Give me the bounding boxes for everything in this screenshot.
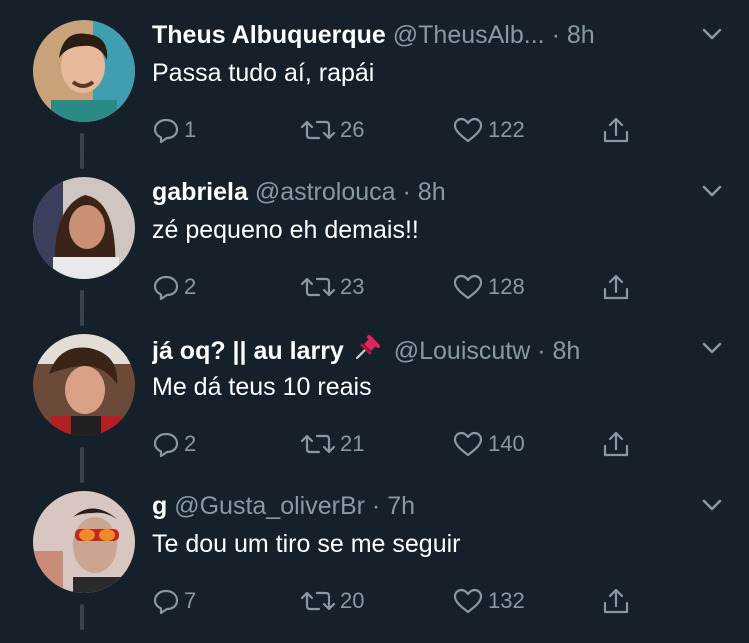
heart-icon [453,274,483,300]
avatar[interactable] [33,334,135,436]
reply-button[interactable]: 1 [152,112,196,148]
separator-dot: · [371,492,381,520]
tweet-text: Te dou um tiro se me seguir [152,530,461,558]
share-button[interactable] [601,269,635,305]
tweet-actions: 1 26 122 [152,112,749,152]
tweet-thread: Theus Albuquerque @TheusAlb... · 8h Pass… [0,0,749,643]
share-icon [603,431,629,457]
thread-connector [80,471,84,483]
heart-icon [453,431,483,457]
share-button[interactable] [601,583,635,619]
timestamp[interactable]: 7h [387,492,415,520]
tweet-text: zé pequeno eh demais!! [152,216,419,244]
share-button[interactable] [601,426,635,462]
chevron-down-icon[interactable] [701,26,723,42]
like-count: 132 [488,588,525,613]
reply-icon [153,275,179,301]
like-count: 122 [488,117,525,142]
username[interactable]: @astrolouca [255,178,396,206]
share-icon [603,274,629,300]
like-button[interactable]: 132 [452,583,525,619]
tweet-text: Passa tudo aí, rapái [152,59,375,87]
retweet-icon [300,434,336,454]
chevron-down-icon[interactable] [701,497,723,513]
retweet-count: 23 [340,274,365,299]
separator-dot: · [551,21,560,49]
like-count: 140 [488,431,525,456]
reply-button[interactable]: 2 [152,426,196,462]
separator-dot: · [537,337,546,365]
tweet-header: gabriela @astrolouca · 8h [152,175,689,209]
share-icon [603,588,629,614]
thread-connector [80,290,84,316]
retweet-count: 20 [340,588,365,613]
heart-icon [453,588,483,614]
tweet-header: g @Gusta_oliverBr · 7h [152,489,689,523]
reply-count: 2 [184,274,197,299]
reply-button[interactable]: 7 [152,583,196,619]
avatar[interactable] [33,177,135,279]
like-button[interactable]: 140 [452,426,525,462]
username[interactable]: @TheusAlb... [393,21,545,49]
display-name[interactable]: já oq? || au larry [152,337,344,365]
tweet-header: já oq? || au larry @Louiscutw · 8h [152,332,689,366]
tweet-text: Me dá teus 10 reais [152,373,372,401]
thread-connector [80,157,84,169]
avatar[interactable] [33,20,135,122]
thread-connector [80,604,84,630]
tweet[interactable]: gabriela @astrolouca · 8h zé pequeno eh … [0,157,749,316]
pushpin-icon [355,335,380,360]
retweet-icon [300,591,336,611]
reply-count: 2 [184,431,197,456]
reply-icon [153,118,179,144]
tweet[interactable]: g @Gusta_oliverBr · 7h Te dou um tiro se… [0,471,749,630]
reply-count: 7 [184,588,197,613]
timestamp[interactable]: 8h [553,337,581,365]
thread-connector [80,314,84,326]
avatar[interactable] [33,491,135,593]
thread-connector [80,133,84,159]
retweet-button[interactable]: 26 [300,112,364,148]
chevron-down-icon[interactable] [701,340,723,356]
like-count: 128 [488,274,525,299]
tweet-actions: 7 20 132 [152,583,749,623]
thread-connector [80,447,84,473]
retweet-icon [300,120,336,140]
like-button[interactable]: 122 [452,112,525,148]
tweet[interactable]: já oq? || au larry @Louiscutw · 8h Me dá… [0,314,749,473]
retweet-button[interactable]: 20 [300,583,364,619]
retweet-button[interactable]: 23 [300,269,364,305]
reply-icon [153,589,179,615]
retweet-button[interactable]: 21 [300,426,364,462]
like-button[interactable]: 128 [452,269,525,305]
display-name[interactable]: Theus Albuquerque [152,21,386,49]
share-button[interactable] [601,112,635,148]
tweet-actions: 2 23 128 [152,269,749,309]
heart-icon [453,117,483,143]
display-name[interactable]: g [152,492,167,520]
username[interactable]: @Gusta_oliverBr [174,492,365,520]
reply-count: 1 [184,117,197,142]
username[interactable]: @Louiscutw [394,337,531,365]
timestamp[interactable]: 8h [418,178,446,206]
tweet-actions: 2 21 140 [152,426,749,466]
timestamp[interactable]: 8h [567,21,595,49]
reply-button[interactable]: 2 [152,269,196,305]
display-name[interactable]: gabriela [152,178,248,206]
separator-dot: · [402,178,411,206]
reply-icon [153,432,179,458]
tweet[interactable]: Theus Albuquerque @TheusAlb... · 8h Pass… [0,0,749,159]
tweet-header: Theus Albuquerque @TheusAlb... · 8h [152,18,689,52]
retweet-count: 26 [340,117,365,142]
share-icon [603,117,629,143]
chevron-down-icon[interactable] [701,183,723,199]
retweet-icon [300,277,336,297]
retweet-count: 21 [340,431,365,456]
